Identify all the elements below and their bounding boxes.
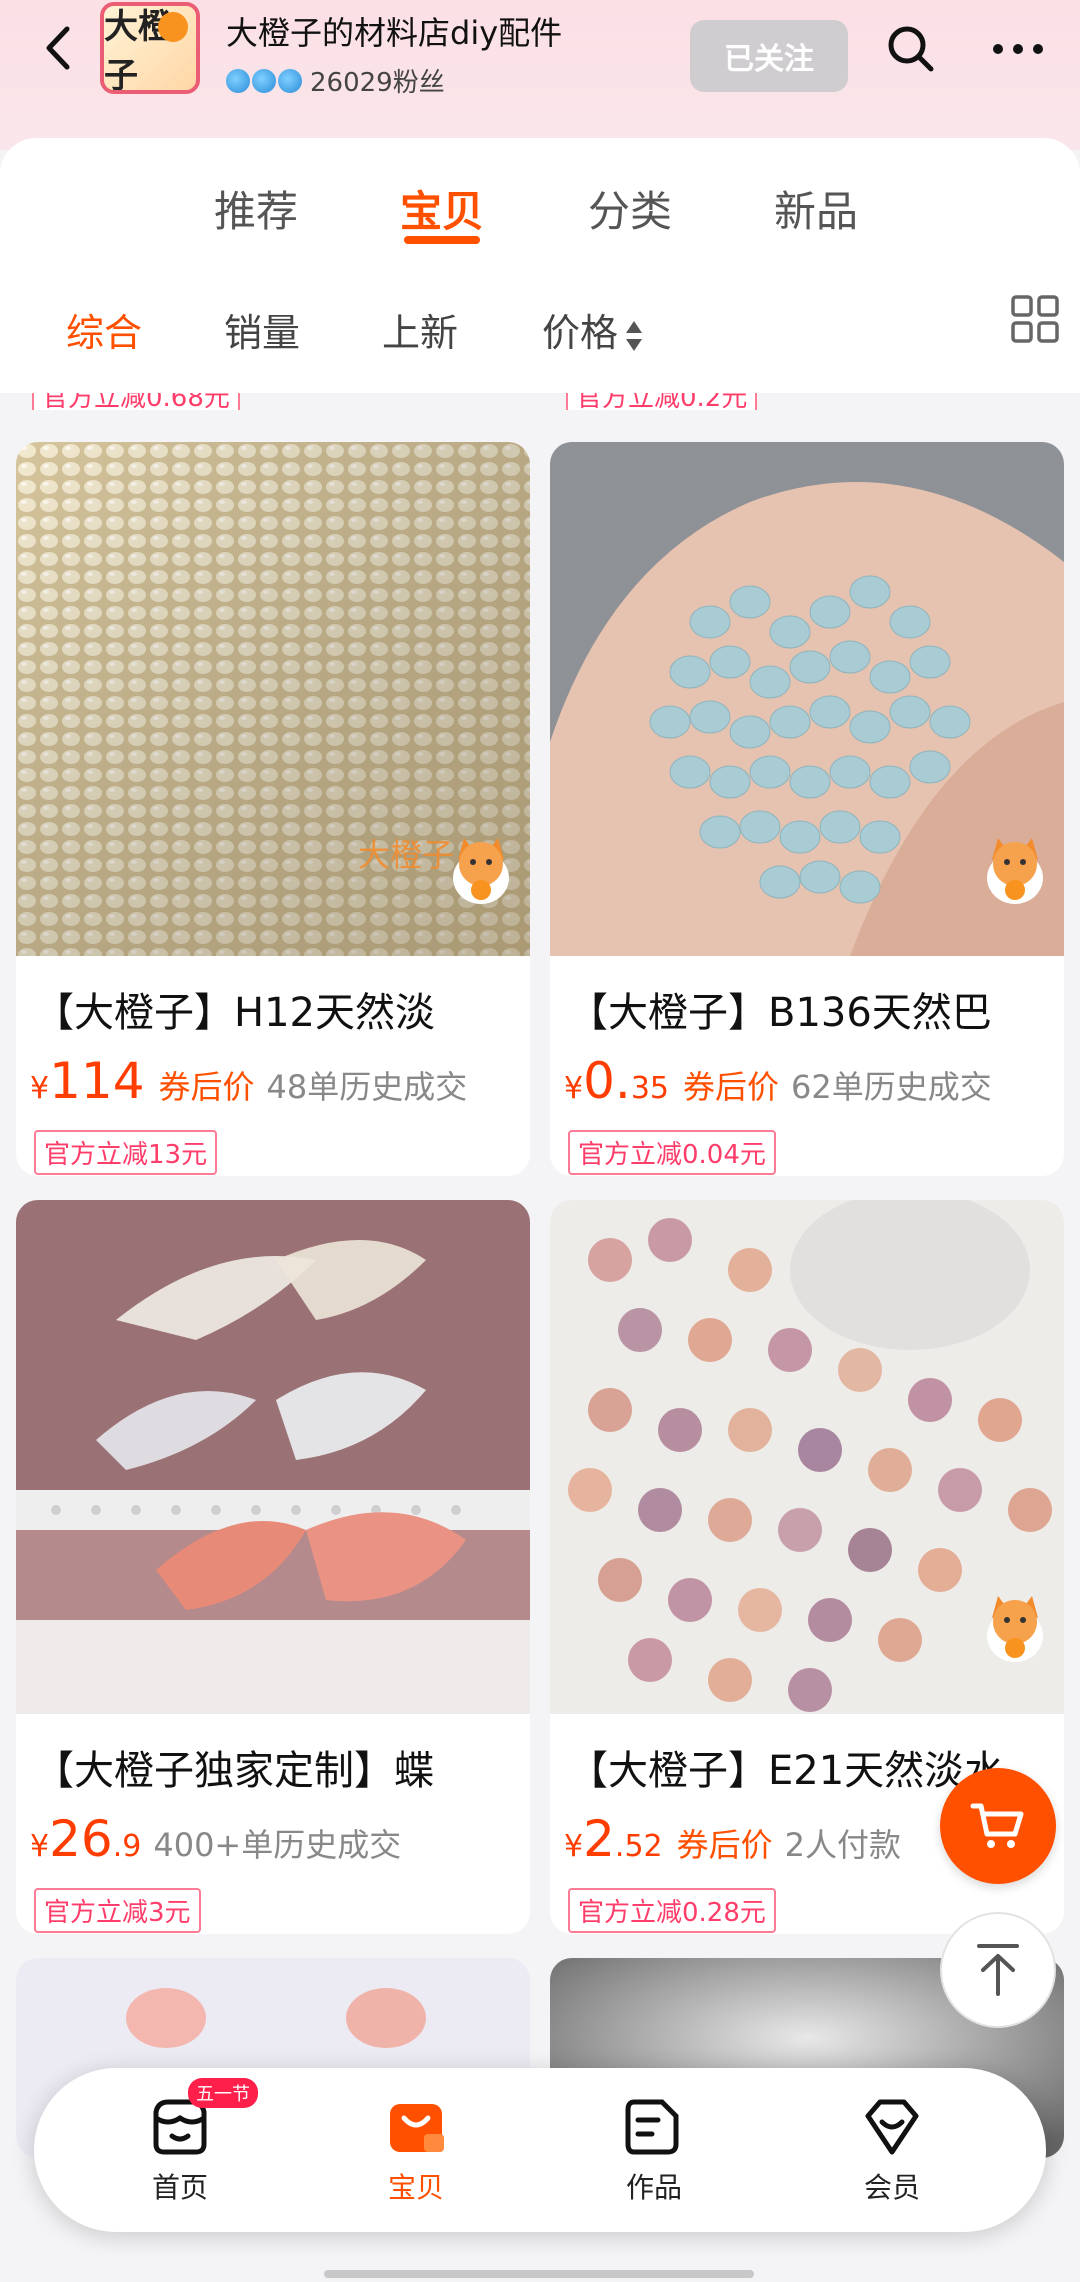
tab-new[interactable]: 新品 bbox=[774, 178, 858, 239]
discount-badge: 官方立减0.68元 bbox=[32, 393, 240, 410]
diamond-level-icon bbox=[278, 68, 302, 93]
product-card[interactable]: 大橙子 【大橙子】H12天然淡 ¥ 114 券后价 48单历史成交 官方立减13… bbox=[16, 442, 530, 1176]
discount-badge: 官方立减0.28元 bbox=[568, 1888, 776, 1933]
sales-count: 62单历史成交 bbox=[791, 1068, 992, 1106]
active-tab-indicator bbox=[404, 236, 480, 244]
nav-home[interactable]: 五一节 首页 bbox=[110, 2078, 258, 2206]
discount-badge: 官方立减0.04元 bbox=[568, 1130, 776, 1175]
price-decimal: .9 bbox=[112, 1829, 142, 1864]
works-icon bbox=[625, 2099, 679, 2155]
price: 114 bbox=[49, 1052, 145, 1110]
nav-label: 首页 bbox=[151, 2171, 208, 2204]
price-row: ¥ 26 .9 400+单历史成交 bbox=[30, 1814, 401, 1866]
price-decimal: .52 bbox=[614, 1829, 663, 1864]
product-image[interactable] bbox=[550, 1200, 1064, 1714]
discount-badge: 官方立减13元 bbox=[34, 1130, 218, 1175]
diamond-level-icon bbox=[226, 68, 250, 93]
cat-mascot-icon bbox=[453, 838, 509, 904]
price-decimal: 35 bbox=[630, 1071, 669, 1106]
top-tabs: 推荐 宝贝 分类 新品 bbox=[0, 178, 1080, 258]
coupon-price-label: 券后价 bbox=[158, 1068, 255, 1106]
tab-recommend[interactable]: 推荐 bbox=[214, 178, 298, 239]
sales-count: 2人付款 bbox=[784, 1826, 902, 1864]
home-indicator[interactable] bbox=[324, 2270, 754, 2278]
back-to-top-button[interactable] bbox=[940, 1912, 1056, 2028]
sort-sales[interactable]: 销量 bbox=[224, 302, 300, 357]
tab-items[interactable]: 宝贝 bbox=[400, 178, 484, 239]
arrow-up-icon bbox=[977, 1944, 1019, 1996]
layout-toggle-button[interactable] bbox=[1010, 294, 1060, 344]
chevron-left-icon bbox=[46, 26, 70, 70]
follow-button[interactable]: 已关注 bbox=[690, 20, 848, 92]
product-title[interactable]: 【大橙子独家定制】蝶 bbox=[34, 1738, 530, 1796]
orange-icon bbox=[158, 12, 188, 42]
price: 26 bbox=[49, 1810, 113, 1868]
nav-works[interactable]: 作品 bbox=[584, 2096, 724, 2206]
cat-mascot-icon bbox=[987, 1596, 1043, 1662]
back-button[interactable] bbox=[38, 22, 78, 74]
product-card[interactable]: 【大橙子】B136天然巴 ¥ 0. 35 券后价 62单历史成交 官方立减0.0… bbox=[550, 442, 1064, 1176]
more-button[interactable] bbox=[988, 22, 1048, 76]
fans-row: 26029粉丝 bbox=[226, 62, 445, 99]
product-title[interactable]: 【大橙子】B136天然巴 bbox=[568, 980, 1064, 1038]
previous-row-clip: 官方立减0.68元 官方立减0.2元 bbox=[0, 393, 1080, 410]
sales-count: 48单历史成交 bbox=[266, 1068, 468, 1106]
nav-items[interactable]: 宝贝 bbox=[346, 2096, 486, 2206]
bottom-nav: 五一节 首页 宝贝 作品 会员 bbox=[34, 2068, 1046, 2232]
watermark-text: 大橙子 bbox=[357, 836, 454, 874]
price: 0. bbox=[583, 1052, 631, 1110]
price: 2 bbox=[583, 1810, 615, 1868]
store-name[interactable]: 大橙子的材料店diy配件 bbox=[226, 8, 562, 54]
nav-label: 宝贝 bbox=[387, 2171, 444, 2204]
more-icon bbox=[993, 44, 1043, 54]
promo-badge: 五一节 bbox=[188, 2078, 258, 2108]
cat-mascot-icon bbox=[987, 838, 1043, 904]
store-header: 大橙子 大橙子的材料店diy配件 26029粉丝 已关注 bbox=[0, 0, 1080, 150]
product-image[interactable] bbox=[16, 1200, 530, 1714]
currency: ¥ bbox=[564, 1071, 584, 1106]
price-row: ¥ 2 .52 券后价 2人付款 bbox=[564, 1814, 901, 1866]
coupon-price-label: 券后价 bbox=[683, 1068, 780, 1106]
product-title[interactable]: 【大橙子】H12天然淡 bbox=[34, 980, 530, 1038]
sort-price-label: 价格 bbox=[542, 311, 619, 355]
tab-category[interactable]: 分类 bbox=[588, 178, 672, 239]
sales-count: 400+单历史成交 bbox=[153, 1826, 402, 1864]
search-icon bbox=[888, 26, 934, 72]
product-image[interactable] bbox=[550, 442, 1064, 956]
sort-bar: 综合 销量 上新 价格 bbox=[0, 295, 1080, 362]
grid-layout-icon bbox=[1011, 295, 1059, 343]
currency: ¥ bbox=[30, 1829, 50, 1864]
cart-button[interactable] bbox=[940, 1768, 1056, 1884]
price-row: ¥ 114 券后价 48单历史成交 bbox=[30, 1056, 467, 1108]
nav-label: 作品 bbox=[625, 2171, 682, 2204]
nav-member[interactable]: 会员 bbox=[822, 2096, 962, 2206]
diamond-level-icon bbox=[252, 68, 276, 93]
coupon-price-label: 券后价 bbox=[676, 1826, 773, 1864]
product-image[interactable]: 大橙子 bbox=[16, 442, 530, 956]
member-icon bbox=[865, 2099, 919, 2155]
sort-overall[interactable]: 综合 bbox=[66, 302, 142, 357]
sort-arrows-icon bbox=[626, 320, 643, 351]
cart-icon bbox=[970, 1803, 1024, 1848]
currency: ¥ bbox=[564, 1829, 584, 1864]
nav-label: 会员 bbox=[863, 2171, 920, 2204]
tab-panel: 推荐 宝贝 分类 新品 综合 销量 上新 价格 bbox=[0, 138, 1080, 393]
price-row: ¥ 0. 35 券后价 62单历史成交 bbox=[564, 1056, 992, 1108]
currency: ¥ bbox=[30, 1071, 50, 1106]
sort-newest[interactable]: 上新 bbox=[382, 302, 458, 357]
store-logo[interactable]: 大橙子 bbox=[100, 2, 200, 94]
discount-badge: 官方立减0.2元 bbox=[566, 393, 758, 410]
shopping-bag-icon bbox=[390, 2104, 444, 2152]
search-button[interactable] bbox=[884, 22, 938, 76]
fans-count: 26029粉丝 bbox=[310, 68, 445, 98]
sort-price[interactable]: 价格 bbox=[542, 302, 644, 357]
product-card[interactable]: 【大橙子独家定制】蝶 ¥ 26 .9 400+单历史成交 官方立减3元 bbox=[16, 1200, 530, 1934]
discount-badge: 官方立减3元 bbox=[34, 1888, 201, 1933]
